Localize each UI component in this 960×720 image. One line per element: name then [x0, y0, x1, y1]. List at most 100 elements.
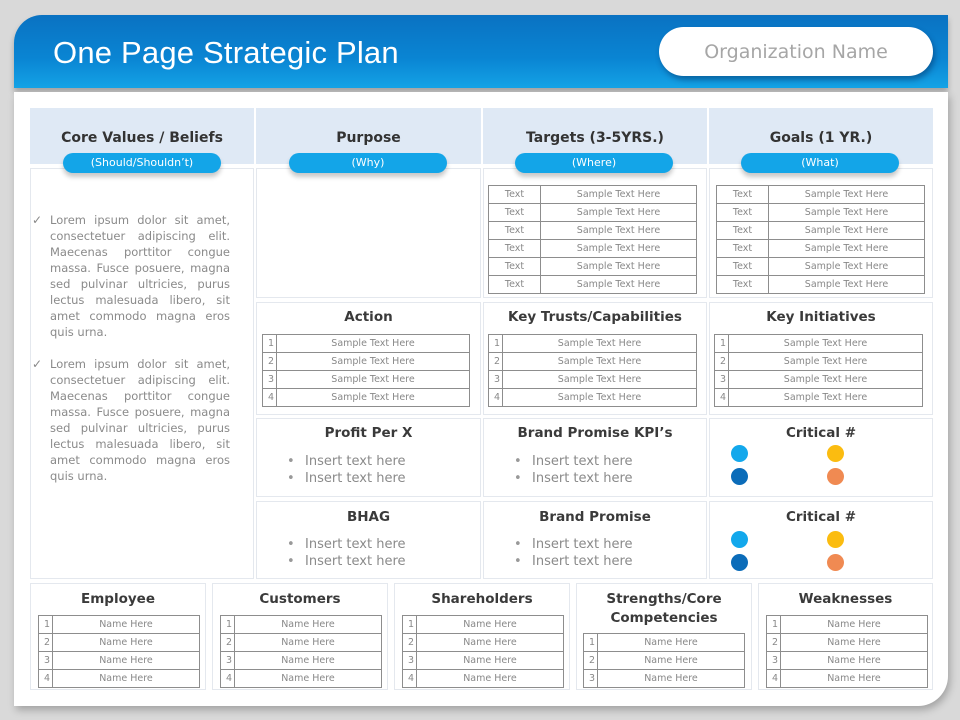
cell-label[interactable]: Text: [488, 203, 541, 222]
cell-label[interactable]: Text: [716, 185, 769, 204]
row-number: 2: [714, 352, 729, 371]
cell-value[interactable]: Sample Text Here: [540, 185, 697, 204]
cell-value[interactable]: Sample Text Here: [276, 334, 470, 353]
cell-value[interactable]: Sample Text Here: [502, 352, 697, 371]
cell-value[interactable]: Sample Text Here: [768, 275, 925, 294]
bullet-text[interactable]: Insert text here: [532, 537, 633, 552]
brand-promise-kpis-box: Brand Promise KPI’s • Insert text here • I…: [483, 418, 707, 497]
strengths-table: 1 Name Here 2 Name Here 3 Name Here: [583, 633, 745, 688]
cell-value[interactable]: Sample Text Here: [768, 221, 925, 240]
bullet-icon: •: [287, 471, 295, 486]
cell-value[interactable]: Sample Text Here: [728, 370, 923, 389]
organization-name-field[interactable]: Organization Name: [659, 27, 933, 76]
table-row: 2 Sample Text Here: [488, 352, 697, 371]
section-title: Profit Per X: [324, 425, 413, 441]
row-number: 4: [220, 669, 235, 688]
table-row: 4 Sample Text Here: [262, 388, 470, 407]
bullet-text[interactable]: Insert text here: [532, 454, 633, 469]
core-value-text: Lorem ipsum dolor sit amet, consectetuer…: [50, 213, 230, 339]
cell-value[interactable]: Sample Text Here: [540, 221, 697, 240]
section-title: Customers: [259, 591, 341, 607]
cell-value[interactable]: Name Here: [416, 669, 564, 688]
cell-value[interactable]: Sample Text Here: [276, 352, 470, 371]
table-row: 4 Name Here: [38, 669, 200, 688]
cell-value[interactable]: Sample Text Here: [540, 203, 697, 222]
table-row: 1 Sample Text Here: [714, 334, 923, 353]
table-row: 2 Name Here: [402, 633, 564, 652]
cell-label[interactable]: Text: [488, 221, 541, 240]
cell-value[interactable]: Name Here: [597, 651, 745, 670]
bullet-item: • Insert text here: [514, 553, 633, 570]
cell-value[interactable]: Name Here: [416, 615, 564, 634]
row-number: 2: [488, 352, 503, 371]
cell-value[interactable]: Name Here: [234, 651, 382, 670]
cell-label[interactable]: Text: [716, 257, 769, 276]
bullet-text[interactable]: Insert text here: [532, 554, 633, 569]
cell-value[interactable]: Sample Text Here: [728, 388, 923, 407]
table-row: 4 Name Here: [766, 669, 928, 688]
cell-label[interactable]: Text: [488, 275, 541, 294]
shareholders-box: Shareholders 1 Name Here 2 Name Here 3 Name…: [394, 583, 570, 690]
cell-value[interactable]: Name Here: [234, 615, 382, 634]
header-bar: One Page Strategic Plan Organization Nam…: [14, 15, 948, 88]
core-value-text: Lorem ipsum dolor sit amet, consectetuer…: [50, 357, 230, 483]
cell-value[interactable]: Name Here: [52, 651, 200, 670]
cell-label[interactable]: Text: [716, 275, 769, 294]
cell-value[interactable]: Name Here: [234, 633, 382, 652]
cell-value[interactable]: Sample Text Here: [502, 334, 697, 353]
cell-value[interactable]: Name Here: [52, 669, 200, 688]
targets-table: Text Sample Text Here Text Sample Text Her…: [488, 185, 697, 294]
cell-label[interactable]: Text: [488, 257, 541, 276]
cell-value[interactable]: Name Here: [416, 651, 564, 670]
bullet-text[interactable]: Insert text here: [532, 471, 633, 486]
cell-value[interactable]: Sample Text Here: [728, 334, 923, 353]
strengths-box: Strengths/Core Competencies 1 Name Here 2…: [576, 583, 752, 690]
cell-value[interactable]: Sample Text Here: [540, 257, 697, 276]
cell-label[interactable]: Text: [716, 239, 769, 258]
table-row: 2 Sample Text Here: [714, 352, 923, 371]
cell-value[interactable]: Name Here: [597, 669, 745, 688]
cell-value[interactable]: Name Here: [780, 651, 928, 670]
bullet-icon: •: [287, 537, 295, 552]
bullet-item: • Insert text here: [287, 470, 406, 487]
section-title: Brand Promise: [539, 509, 651, 525]
cell-value[interactable]: Name Here: [234, 669, 382, 688]
table-row: 2 Name Here: [766, 633, 928, 652]
bullet-text[interactable]: Insert text here: [305, 554, 406, 569]
cell-label[interactable]: Text: [488, 185, 541, 204]
cell-label[interactable]: Text: [716, 221, 769, 240]
cell-value[interactable]: Sample Text Here: [768, 185, 925, 204]
cell-value[interactable]: Sample Text Here: [728, 352, 923, 371]
cell-value[interactable]: Sample Text Here: [768, 257, 925, 276]
cell-value[interactable]: Sample Text Here: [502, 370, 697, 389]
cell-value[interactable]: Name Here: [416, 633, 564, 652]
profit-per-x-box: Profit Per X • Insert text here • Insert t…: [256, 418, 481, 497]
table-row: 3 Sample Text Here: [488, 370, 697, 389]
bullet-text[interactable]: Insert text here: [305, 454, 406, 469]
cell-value[interactable]: Name Here: [780, 633, 928, 652]
table-row: Text Sample Text Here: [716, 203, 925, 222]
table-row: 3 Name Here: [402, 651, 564, 670]
row-number: 1: [488, 334, 503, 353]
cell-value[interactable]: Sample Text Here: [768, 239, 925, 258]
cell-value[interactable]: Sample Text Here: [540, 275, 697, 294]
bhag-box: BHAG • Insert text here • Insert text here: [256, 501, 481, 579]
cell-label[interactable]: Text: [488, 239, 541, 258]
cell-label[interactable]: Text: [716, 203, 769, 222]
bullet-text[interactable]: Insert text here: [305, 471, 406, 486]
cell-value[interactable]: Sample Text Here: [768, 203, 925, 222]
cell-value[interactable]: Name Here: [780, 669, 928, 688]
cell-value[interactable]: Name Here: [52, 633, 200, 652]
cell-value[interactable]: Sample Text Here: [276, 388, 470, 407]
cell-value[interactable]: Name Here: [780, 615, 928, 634]
shareholders-table: 1 Name Here 2 Name Here 3 Name Here 4 Name H…: [402, 615, 564, 688]
bullet-text[interactable]: Insert text here: [305, 537, 406, 552]
section-title: Key Trusts/Capabilities: [508, 309, 682, 325]
cell-value[interactable]: Sample Text Here: [502, 388, 697, 407]
cell-value[interactable]: Sample Text Here: [540, 239, 697, 258]
bullet-item: • Insert text here: [514, 536, 633, 553]
cell-value[interactable]: Name Here: [52, 615, 200, 634]
cell-value[interactable]: Name Here: [597, 633, 745, 652]
cell-value[interactable]: Sample Text Here: [276, 370, 470, 389]
table-row: 1 Sample Text Here: [488, 334, 697, 353]
